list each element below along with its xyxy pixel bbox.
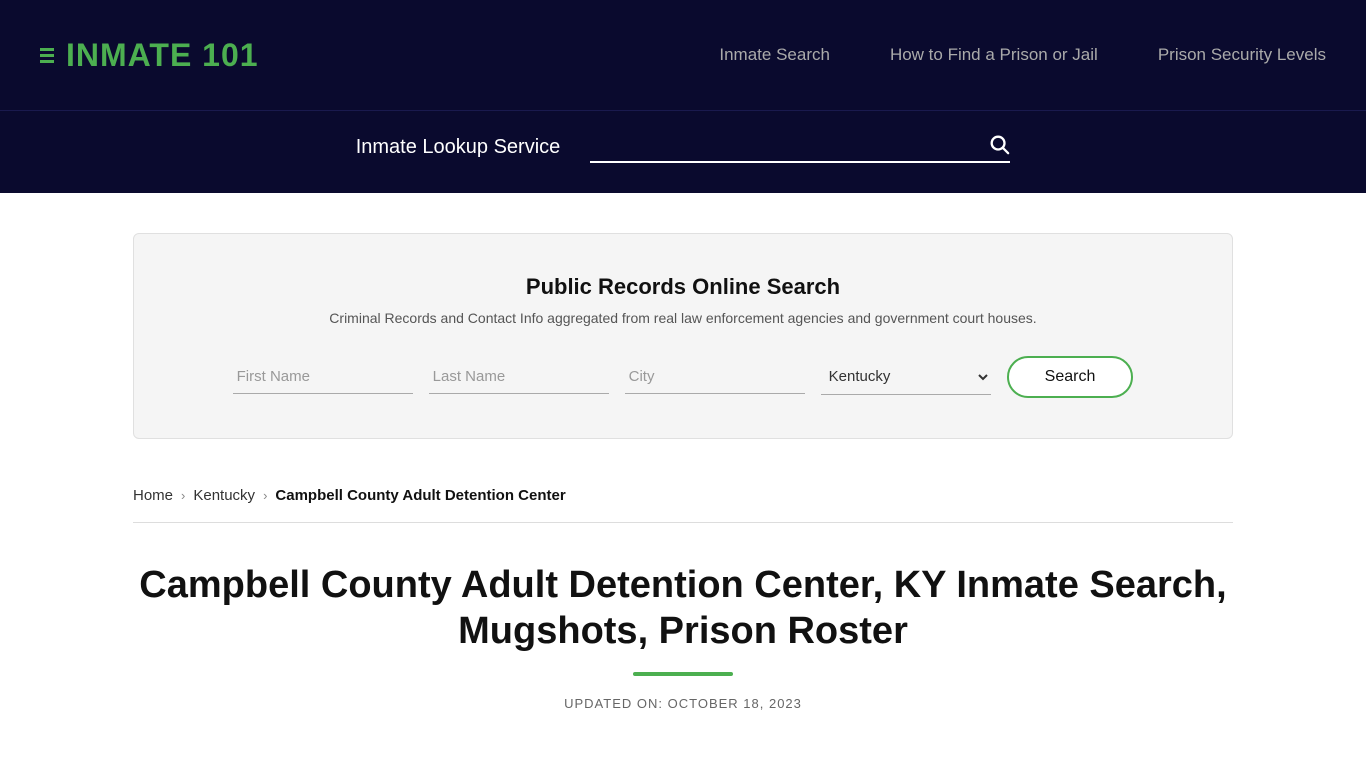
inmate-search-input[interactable] xyxy=(590,131,988,157)
green-underline-decoration xyxy=(633,672,733,676)
logo-text: INMATE 101 xyxy=(66,37,259,74)
first-name-input[interactable] xyxy=(233,360,413,394)
breadcrumb-home[interactable]: Home xyxy=(133,487,173,504)
spacer xyxy=(0,193,1366,233)
records-card-description: Criminal Records and Contact Info aggreg… xyxy=(194,310,1172,326)
search-icon xyxy=(988,133,1010,155)
nav-item-security-levels[interactable]: Prison Security Levels xyxy=(1158,45,1326,65)
breadcrumb-chevron-2: › xyxy=(263,488,267,503)
city-input[interactable] xyxy=(625,360,805,394)
search-input-wrapper xyxy=(590,131,1010,163)
breadcrumb-chevron-1: › xyxy=(181,488,185,503)
breadcrumb-state[interactable]: Kentucky xyxy=(193,487,255,504)
nav-links: Inmate Search How to Find a Prison or Ja… xyxy=(719,45,1326,65)
main-content: Campbell County Adult Detention Center, … xyxy=(133,523,1233,741)
page-title: Campbell County Adult Detention Center, … xyxy=(133,563,1233,654)
search-section-label: Inmate Lookup Service xyxy=(356,136,561,159)
records-search-button[interactable]: Search xyxy=(1007,356,1134,398)
updated-text: UPDATED ON: OCTOBER 18, 2023 xyxy=(133,696,1233,711)
nav-item-inmate-search[interactable]: Inmate Search xyxy=(719,45,830,65)
inmate-search-icon-button[interactable] xyxy=(988,133,1010,155)
logo-number: 101 xyxy=(202,37,258,73)
public-records-card: Public Records Online Search Criminal Re… xyxy=(133,233,1233,439)
records-search-form: Kentucky Alabama Alaska Arizona Arkansas… xyxy=(194,356,1172,398)
last-name-input[interactable] xyxy=(429,360,609,394)
breadcrumb-current: Campbell County Adult Detention Center xyxy=(275,487,565,504)
nav-link-inmate-search[interactable]: Inmate Search xyxy=(719,45,830,64)
search-section: Inmate Lookup Service xyxy=(0,110,1366,193)
nav-item-find-prison[interactable]: How to Find a Prison or Jail xyxy=(890,45,1098,65)
updated-date: OCTOBER 18, 2023 xyxy=(668,696,802,711)
nav-link-find-prison[interactable]: How to Find a Prison or Jail xyxy=(890,45,1098,64)
logo-bars-icon xyxy=(40,48,54,63)
records-card-title: Public Records Online Search xyxy=(194,274,1172,300)
logo-inmate: INMATE xyxy=(66,37,202,73)
nav-link-security-levels[interactable]: Prison Security Levels xyxy=(1158,45,1326,64)
logo[interactable]: INMATE 101 xyxy=(40,37,259,74)
updated-label: UPDATED ON: xyxy=(564,696,663,711)
top-navigation: INMATE 101 Inmate Search How to Find a P… xyxy=(0,0,1366,110)
breadcrumb: Home › Kentucky › Campbell County Adult … xyxy=(133,469,1233,522)
state-select[interactable]: Kentucky Alabama Alaska Arizona Arkansas… xyxy=(821,359,991,395)
